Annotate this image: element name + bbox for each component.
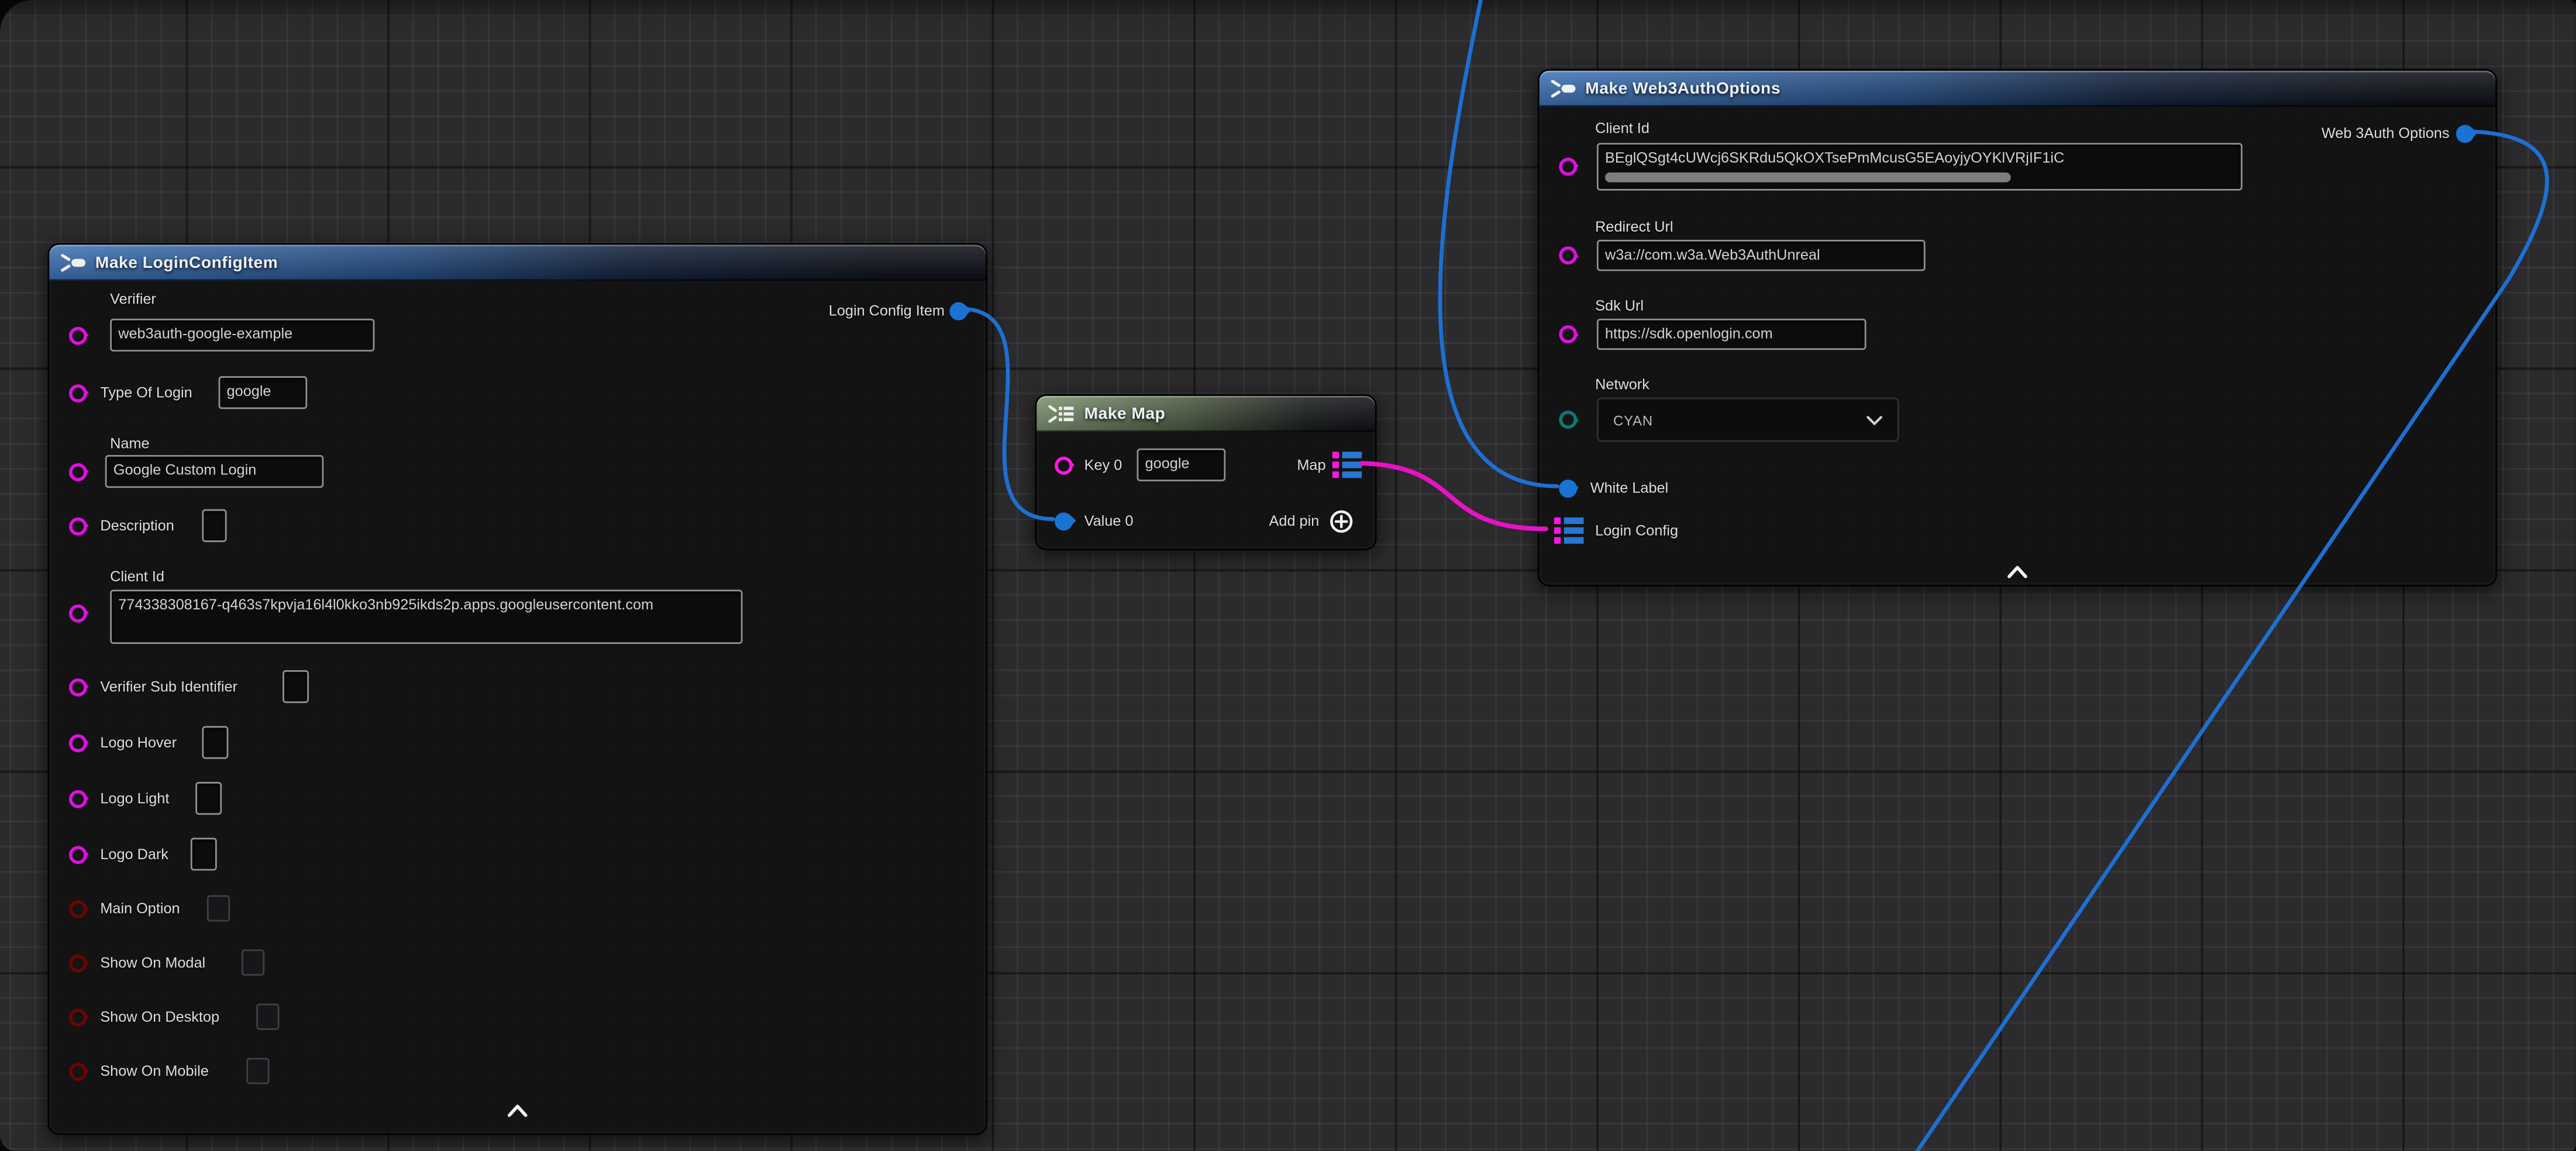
add-pin-label: Add pin [1269, 512, 1320, 530]
pin-label-type-of-login: Type Of Login [100, 384, 192, 402]
make-struct-icon [59, 251, 85, 274]
input-pin-client-id[interactable] [1558, 157, 1576, 175]
input-pin-sdk-url[interactable] [1558, 325, 1576, 343]
verifier-sub-identifier-input[interactable] [283, 670, 309, 703]
input-pin-logo-dark[interactable] [68, 845, 87, 863]
node-make-map[interactable]: Make Map Key 0 google Map Value 0 Add pi… [1035, 394, 1376, 550]
input-pin-value-0[interactable] [1055, 512, 1073, 530]
pin-label-description: Description [100, 518, 174, 536]
node-header-make-web3authoptions[interactable]: Make Web3AuthOptions [1540, 71, 2496, 107]
pin-label-logo-dark: Logo Dark [100, 846, 168, 864]
input-pin-logo-hover[interactable] [68, 733, 87, 752]
pin-label-login-config: Login Config [1595, 522, 1678, 540]
pin-label-show-on-modal: Show On Modal [100, 954, 205, 973]
show-on-desktop-checkbox[interactable] [256, 1004, 279, 1030]
redirect-url-input[interactable]: w3a://com.w3a.Web3AuthUnreal [1597, 240, 1926, 271]
show-on-mobile-checkbox[interactable] [246, 1058, 269, 1084]
input-pin-client-id[interactable] [68, 604, 87, 622]
chevron-down-icon [1866, 415, 1883, 425]
input-pin-description[interactable] [68, 516, 87, 535]
pin-label-key-0: Key 0 [1084, 457, 1122, 475]
pin-label-white-label: White Label [1590, 480, 1668, 498]
pin-label-value-0: Value 0 [1084, 512, 1134, 530]
pin-label-logo-light: Logo Light [100, 790, 169, 808]
input-pin-name[interactable] [68, 463, 87, 481]
blueprint-editor-viewport: Make LoginConfigItem Login Config Item V… [0, 0, 2576, 1151]
output-pin-web3auth-options[interactable] [2456, 124, 2474, 142]
network-dropdown[interactable]: CYAN [1597, 398, 1899, 442]
pin-label-verifier: Verifier [110, 291, 156, 309]
graph-canvas[interactable]: Make LoginConfigItem Login Config Item V… [0, 0, 2576, 1151]
node-title: Make LoginConfigItem [95, 254, 278, 272]
add-pin-icon[interactable] [1329, 509, 1354, 534]
logo-light-input[interactable] [195, 782, 222, 815]
verifier-input[interactable]: web3auth-google-example [110, 319, 374, 351]
name-input[interactable]: Google Custom Login [105, 455, 324, 488]
show-on-modal-checkbox[interactable] [242, 949, 264, 976]
node-make-web3authoptions[interactable]: Make Web3AuthOptions Web 3Auth Options C… [1538, 69, 2497, 587]
pin-label-client-id: Client Id [1595, 120, 1649, 138]
description-input[interactable] [202, 509, 226, 542]
client-id-input[interactable]: BEglQSgt4cUWcj6SKRdu5QkOXTsePmMcusG5EAoy… [1597, 143, 2243, 190]
output-pin-login-config-item[interactable] [949, 301, 967, 319]
pin-label-show-on-mobile: Show On Mobile [100, 1063, 208, 1081]
output-pin-map[interactable] [1332, 450, 1362, 480]
collapse-node-chevron[interactable] [506, 1104, 529, 1116]
network-selected-value: CYAN [1613, 412, 1653, 428]
pin-label-show-on-desktop: Show On Desktop [100, 1008, 219, 1026]
type-of-login-input[interactable]: google [219, 376, 308, 409]
input-pin-show-on-modal[interactable] [68, 953, 87, 971]
wire-map-to-loginconfig [1362, 463, 1546, 529]
collapse-node-chevron[interactable] [2006, 565, 2029, 578]
pin-label-sdk-url: Sdk Url [1595, 297, 1644, 315]
input-pin-show-on-desktop[interactable] [68, 1008, 87, 1026]
node-header-make-loginconfigitem[interactable]: Make LoginConfigItem [49, 244, 986, 281]
input-pin-verifier-sub-identifier[interactable] [68, 678, 87, 696]
pin-label-logo-hover: Logo Hover [100, 734, 177, 752]
logo-dark-input[interactable] [191, 838, 217, 870]
input-pin-key-0[interactable] [1054, 456, 1072, 474]
main-option-checkbox[interactable] [207, 895, 230, 922]
pin-label-network: Network [1595, 376, 1649, 394]
pin-label-verifier-sub-identifier: Verifier Sub Identifier [100, 678, 237, 697]
pin-label-map: Map [1297, 457, 1325, 475]
input-pin-logo-light[interactable] [68, 790, 87, 808]
input-pin-login-config[interactable] [1554, 516, 1584, 546]
input-horizontal-scrollbar[interactable] [1605, 173, 2011, 182]
client-id-text: BEglQSgt4cUWcj6SKRdu5QkOXTsePmMcusG5EAoy… [1605, 150, 2064, 166]
key-0-input[interactable]: google [1137, 449, 1226, 481]
pin-label-client-id: Client Id [110, 568, 164, 587]
pin-label-login-config-item: Login Config Item [829, 302, 945, 321]
pin-label-main-option: Main Option [100, 900, 180, 918]
input-pin-show-on-mobile[interactable] [68, 1062, 87, 1080]
node-title: Make Map [1084, 405, 1166, 423]
input-pin-network[interactable] [1558, 411, 1576, 429]
client-id-input[interactable]: 774338308167-q463s7kpvja16l4l0kko3nb925i… [110, 590, 742, 644]
node-title: Make Web3AuthOptions [1585, 80, 1781, 98]
input-pin-main-option[interactable] [68, 900, 87, 918]
sdk-url-input[interactable]: https://sdk.openlogin.com [1597, 319, 1866, 350]
pin-label-web3auth-options: Web 3Auth Options [2322, 125, 2450, 143]
input-pin-verifier[interactable] [68, 326, 87, 344]
node-make-loginconfigitem[interactable]: Make LoginConfigItem Login Config Item V… [47, 243, 987, 1135]
pin-label-name: Name [110, 435, 149, 453]
make-struct-icon [1549, 77, 1576, 100]
logo-hover-input[interactable] [202, 726, 228, 759]
node-header-make-map[interactable]: Make Map [1036, 396, 1375, 432]
input-pin-white-label[interactable] [1558, 479, 1576, 497]
input-pin-type-of-login[interactable] [68, 384, 87, 402]
pin-label-redirect-url: Redirect Url [1595, 219, 1673, 237]
input-pin-redirect-url[interactable] [1558, 246, 1576, 264]
make-map-icon [1046, 402, 1075, 425]
